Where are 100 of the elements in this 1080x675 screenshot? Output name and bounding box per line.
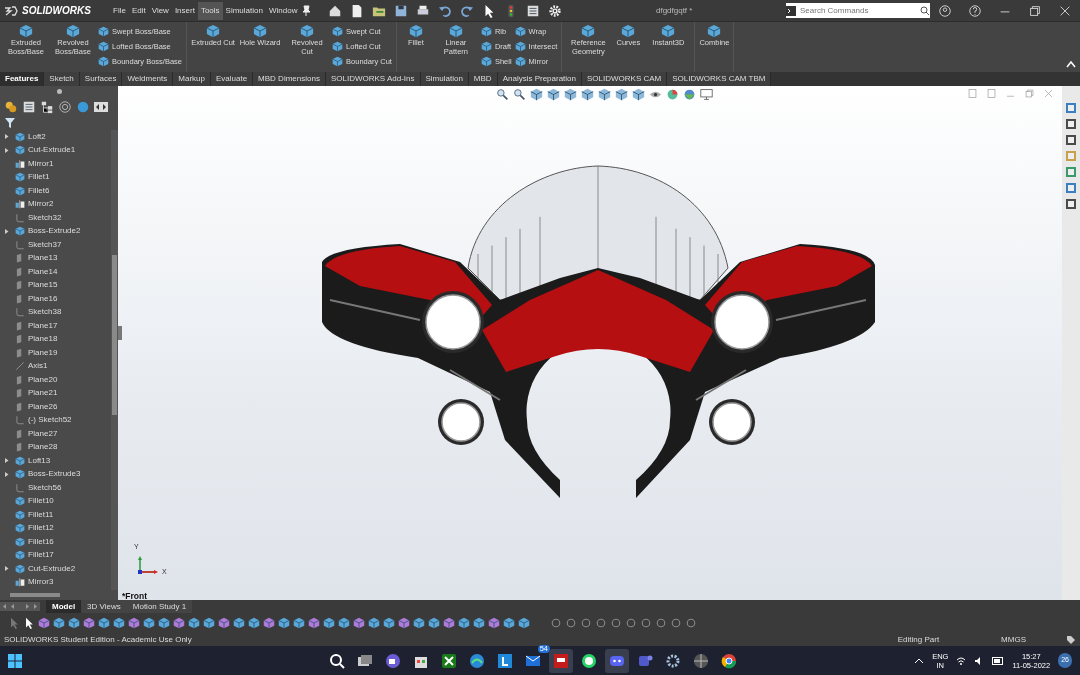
start-icon[interactable] — [8, 653, 22, 668]
tree-item[interactable]: Fillet11 — [28, 508, 54, 521]
wifi-icon[interactable] — [956, 655, 967, 666]
tree-item[interactable]: (-) Sketch52 — [28, 414, 72, 427]
command-tab[interactable]: MBD — [468, 72, 498, 86]
cube-icon[interactable] — [293, 617, 305, 629]
menu-item[interactable]: Insert — [171, 1, 198, 20]
cube-icon[interactable] — [598, 88, 611, 101]
cube-icon[interactable] — [98, 617, 110, 629]
wave-icon[interactable] — [469, 652, 485, 669]
tree-item[interactable]: Fillet6 — [28, 184, 50, 197]
cube-icon[interactable] — [632, 88, 645, 101]
chevron-up-icon[interactable] — [914, 656, 925, 665]
menu-item[interactable]: Tools — [197, 1, 223, 20]
command-tab[interactable]: MBD Dimensions — [253, 72, 326, 86]
cube-icon[interactable] — [143, 617, 155, 629]
tree-item[interactable]: Fillet12 — [28, 522, 54, 535]
monitor-icon[interactable] — [700, 88, 713, 101]
scroll-arrows-icon[interactable] — [94, 102, 108, 113]
menu-item[interactable]: View — [148, 1, 172, 20]
cube-icon[interactable] — [278, 617, 290, 629]
tree-item[interactable]: Boss-Extrude3 — [28, 468, 81, 481]
cube-icon[interactable] — [158, 617, 170, 629]
property-list-icon[interactable] — [22, 100, 36, 115]
menu-item[interactable]: Window — [265, 1, 301, 20]
tree-icon[interactable] — [40, 100, 54, 115]
cube-icon[interactable] — [443, 617, 455, 629]
tree-item[interactable]: Plane20 — [28, 373, 58, 386]
tree-item[interactable]: Loft13 — [28, 454, 51, 467]
cube-icon[interactable] — [473, 617, 485, 629]
command-tab[interactable]: SOLIDWORKS CAM — [582, 72, 668, 86]
sphere-icon[interactable] — [683, 88, 696, 101]
command-tab[interactable]: Features — [0, 72, 45, 86]
command-tab[interactable]: SOLIDWORKS CAM TBM — [667, 72, 772, 86]
circle-icon[interactable] — [565, 617, 577, 629]
cube-icon[interactable] — [564, 88, 577, 101]
chat-bubble-icon[interactable] — [581, 652, 597, 669]
parts-icon[interactable] — [4, 100, 18, 115]
pointer-icon[interactable] — [23, 617, 35, 629]
units-selector[interactable]: MMGS — [1001, 633, 1026, 646]
command-tab[interactable]: Sketch — [44, 72, 80, 86]
globe-icon[interactable] — [693, 652, 709, 669]
cube-icon[interactable] — [203, 617, 215, 629]
circle-icon[interactable] — [595, 617, 607, 629]
bottom-tab[interactable]: 3D Views — [81, 600, 127, 613]
cube-icon[interactable] — [248, 617, 260, 629]
bottom-tab[interactable]: Model — [46, 600, 82, 613]
cube-icon[interactable] — [398, 617, 410, 629]
cube-icon[interactable] — [323, 617, 335, 629]
cube-icon[interactable] — [581, 88, 594, 101]
circle-icon[interactable] — [670, 617, 682, 629]
circle-icon[interactable] — [640, 617, 652, 629]
caret-icon[interactable] — [4, 566, 9, 572]
command-tab[interactable]: Simulation — [420, 72, 469, 86]
tab-scroll-arrows-icon[interactable] — [0, 602, 40, 611]
command-tab[interactable]: Markup — [173, 72, 211, 86]
cube-icon[interactable] — [218, 617, 230, 629]
cube-icon[interactable] — [353, 617, 365, 629]
windows-stack-icon[interactable] — [357, 652, 373, 669]
caret-icon[interactable] — [4, 458, 9, 464]
filter-icon[interactable] — [4, 116, 16, 129]
tree-item[interactable]: Plane15 — [28, 279, 58, 292]
tree-item[interactable]: Plane13 — [28, 252, 58, 265]
command-tab[interactable]: SOLIDWORKS Add-Ins — [325, 72, 421, 86]
tree-item[interactable]: Plane21 — [28, 387, 58, 400]
cube-icon[interactable] — [263, 617, 275, 629]
menu-item[interactable]: Edit — [128, 1, 149, 20]
collapse-icon[interactable] — [1066, 60, 1076, 68]
tree-item[interactable]: Fillet10 — [28, 495, 54, 508]
redo-icon[interactable] — [460, 3, 475, 18]
tree-item[interactable]: Fillet17 — [28, 549, 54, 562]
scrollbar-thumb[interactable] — [112, 255, 117, 415]
cube-icon[interactable] — [53, 617, 65, 629]
tree-item[interactable]: Loft2 — [28, 130, 46, 143]
cube-icon[interactable] — [518, 617, 530, 629]
tree-item[interactable]: Sketch38 — [28, 306, 62, 319]
printer-icon[interactable] — [416, 3, 431, 18]
cube-icon[interactable] — [188, 617, 200, 629]
cube-icon[interactable] — [383, 617, 395, 629]
grip-icon[interactable] — [56, 89, 62, 95]
tree-item[interactable]: Plane17 — [28, 319, 58, 332]
cube-icon[interactable] — [38, 617, 50, 629]
cube-icon[interactable] — [173, 617, 185, 629]
cube-icon[interactable] — [428, 617, 440, 629]
cube-icon[interactable] — [488, 617, 500, 629]
splitter-handle-icon[interactable] — [118, 326, 122, 340]
home-icon[interactable] — [328, 3, 343, 18]
tree-item[interactable]: Sketch56 — [28, 481, 62, 494]
camera-icon[interactable] — [385, 652, 401, 669]
circle-icon[interactable] — [685, 617, 697, 629]
command-tab[interactable]: Weldments — [122, 72, 174, 86]
battery-icon[interactable] — [992, 656, 1005, 665]
browser-ball-icon[interactable] — [721, 652, 737, 669]
save-icon[interactable] — [394, 3, 409, 18]
circle-icon[interactable] — [580, 617, 592, 629]
gear-icon[interactable] — [548, 3, 563, 18]
cube-icon[interactable] — [547, 88, 560, 101]
sphere-icon[interactable] — [666, 88, 679, 101]
pin-icon[interactable] — [300, 4, 313, 17]
circle-icon[interactable] — [625, 617, 637, 629]
